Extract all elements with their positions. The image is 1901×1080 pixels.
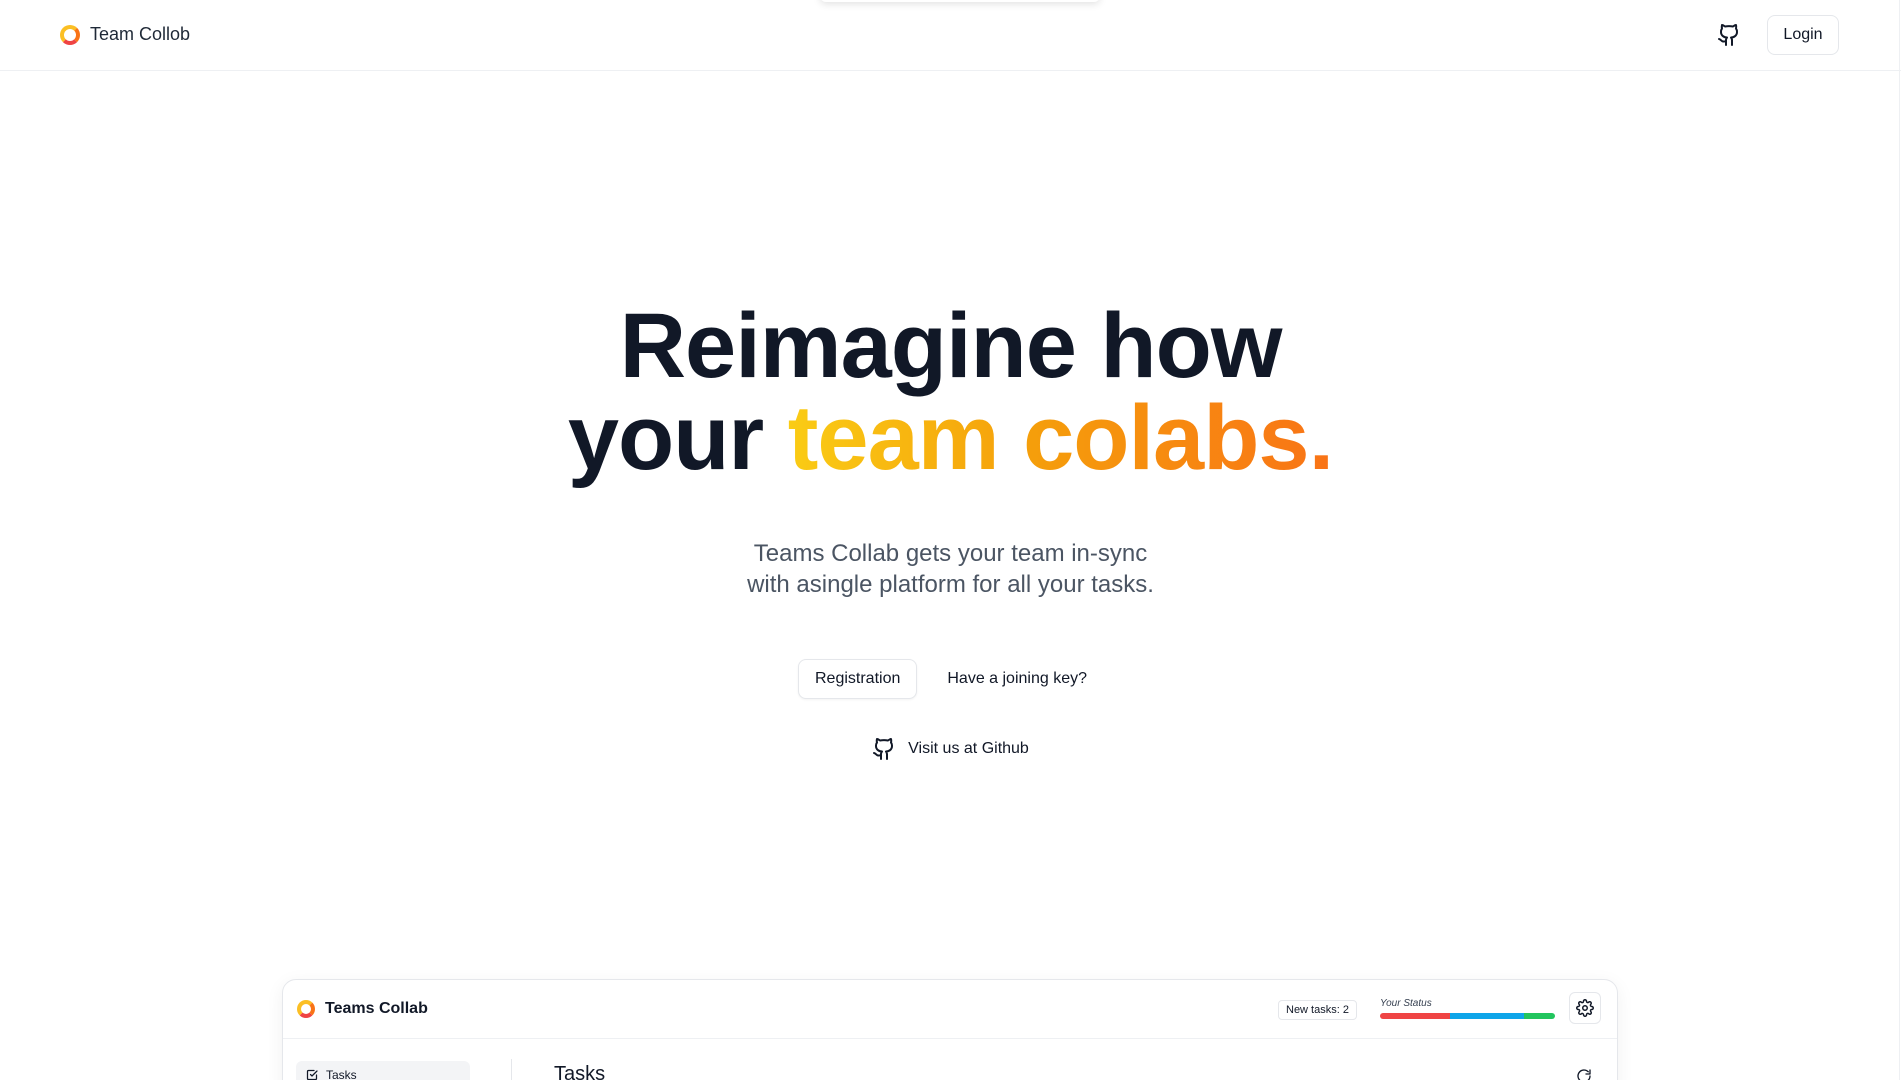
status-bar-blue [1450,1013,1524,1019]
settings-button[interactable] [1569,992,1601,1024]
hero-title-accent: team colabs. [787,387,1334,489]
hero-title-line2-plain: your [567,387,788,489]
login-button[interactable]: Login [1767,15,1839,55]
refresh-icon[interactable] [1576,1068,1592,1080]
hero: Reimagine how your team colabs. [0,300,1901,484]
logo-icon [297,1000,315,1018]
hero-subtitle: Teams Collab gets your team in-sync with… [0,538,1901,600]
github-nav-button[interactable] [1714,20,1744,50]
github-icon [1718,24,1739,46]
status-bar-red [1380,1013,1450,1019]
preview-topbar: Teams Collab New tasks: 2 Your Status [283,980,1617,1039]
settings-gear-icon [1576,999,1594,1017]
status-label: Your Status [1380,998,1432,1009]
preview-brand: Teams Collab [297,1000,428,1018]
sidebar-item-tasks[interactable]: Tasks [296,1061,470,1080]
top-navbar: Team Collob Login [0,0,1901,71]
brand-name: Team Collob [90,24,191,44]
github-link-row: Visit us at Github [0,737,1901,761]
page-edge-divider [1899,0,1900,1080]
status-bar-green [1523,1013,1555,1019]
hero-title: Reimagine how your team colabs. [0,300,1901,484]
preview-page-title: Tasks [554,1063,606,1080]
hero-actions: Registration Have a joining key? [0,659,1901,699]
new-tasks-badge: New tasks: 2 [1278,1000,1357,1020]
hero-title-line1: Reimagine how [619,295,1283,397]
status-bar [1380,1013,1555,1019]
github-link[interactable]: Visit us at Github [872,737,1029,761]
github-link-label: Visit us at Github [908,740,1029,757]
logo-icon [60,24,80,45]
joining-key-button[interactable]: Have a joining key? [931,659,1103,699]
app-preview: Teams Collab New tasks: 2 Your Status Ta… [282,979,1618,1080]
github-icon [873,738,894,760]
sidebar-item-label: Tasks [326,1068,357,1080]
brand[interactable]: Team Collob [60,24,190,45]
hero-subtitle-line2: with asingle platform for all your tasks… [747,571,1154,598]
registration-button[interactable]: Registration [797,659,918,699]
preview-brand-name: Teams Collab [325,1000,428,1017]
hero-subtitle-line1: Teams Collab gets your team in-sync [753,540,1148,567]
status-indicator: Your Status [1380,998,1555,1019]
sidebar-divider [511,1059,512,1080]
checkbox-icon [306,1069,318,1080]
